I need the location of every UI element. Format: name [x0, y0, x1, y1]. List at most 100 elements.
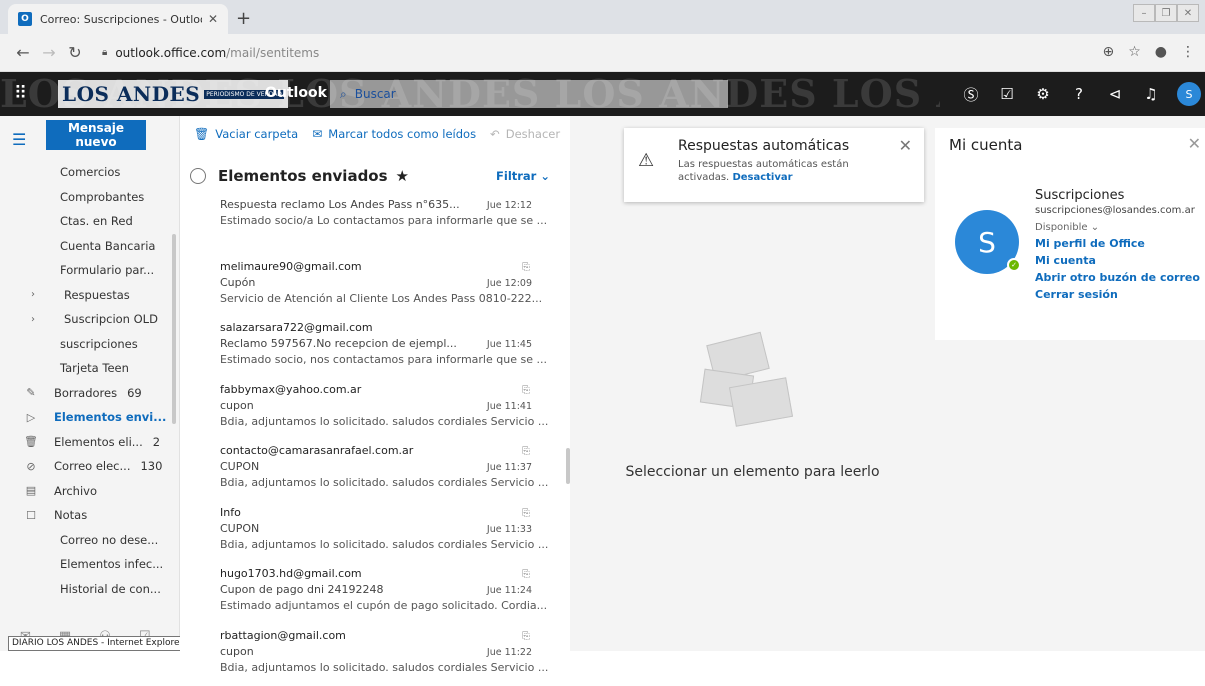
app-name[interactable]: Outlook [265, 85, 327, 101]
search-placeholder: Buscar [355, 87, 396, 101]
folder-item[interactable]: ▷Elementos envi... [0, 405, 180, 430]
chevron-right-icon[interactable]: › [22, 289, 44, 300]
bell-icon[interactable]: ♫ [1133, 85, 1169, 103]
url-host: outlook.office.com [115, 46, 226, 60]
message-row[interactable]: contacto@camarasanrafael.com.arCUPONJue … [180, 440, 560, 502]
filter-button[interactable]: Filtrar ⌄ [496, 169, 550, 183]
lock-icon: 🔒︎ [102, 47, 107, 58]
message-sender: rbattagion@gmail.com [220, 629, 540, 645]
more-icon[interactable]: ⋮ [1181, 44, 1195, 60]
warning-icon: ⚠ [638, 150, 654, 171]
url-field[interactable]: 🔒︎ outlook.office.com/mail/sentitems [102, 46, 319, 60]
hamburger-icon[interactable]: ☰ [12, 130, 26, 149]
sign-out-link[interactable]: Cerrar sesión [1035, 288, 1205, 301]
favorite-star-icon[interactable]: ★ [396, 167, 409, 185]
folder-item[interactable]: Formulario par... [0, 258, 180, 283]
command-bar: 🗑︎ Vaciar carpeta ✉ Marcar todos como le… [180, 116, 620, 152]
empty-folder-label: Vaciar carpeta [215, 127, 298, 141]
reload-icon[interactable]: ↻ [62, 43, 88, 62]
skype-icon[interactable]: Ⓢ [953, 84, 989, 105]
reading-pane: ⚠ Respuestas automáticas Las respuestas … [570, 116, 935, 651]
folder-item[interactable]: Historial de con... [0, 577, 180, 602]
close-window-icon[interactable]: ✕ [1177, 4, 1199, 22]
folder-item[interactable]: Cuenta Bancaria [0, 234, 180, 259]
undo-button[interactable]: ↶ Deshacer [490, 127, 560, 141]
help-icon[interactable]: ? [1061, 85, 1097, 103]
message-preview: Estimado socio, nos contactamos para inf… [220, 353, 550, 369]
open-other-mailbox-link[interactable]: Abrir otro buzón de correo [1035, 271, 1205, 284]
folder-list: ComerciosComprobantes Ctas. en Red Cuenta … [0, 160, 180, 601]
disable-auto-reply-link[interactable]: Desactivar [732, 172, 792, 183]
avatar[interactable]: S [1177, 82, 1201, 106]
close-tab-icon[interactable]: ✕ [208, 12, 218, 26]
megaphone-icon[interactable]: ⊲ [1097, 85, 1133, 103]
message-time: Jue 11:45 [487, 339, 532, 350]
folder-item[interactable]: ⊘Correo elec...130 [0, 454, 180, 479]
folder-label: Tarjeta Teen [60, 361, 129, 375]
message-subject: CUPON [220, 522, 460, 538]
star-icon[interactable]: ☆ [1128, 44, 1141, 60]
chevron-right-icon[interactable]: › [22, 314, 44, 325]
folder-item[interactable]: ▤Archivo [0, 479, 180, 504]
folder-label: Correo elec... [54, 459, 130, 473]
folder-item[interactable]: Elementos infec... [0, 552, 180, 577]
add-icon[interactable]: ⊕ [1102, 44, 1114, 60]
attachment-icon: ⎘ [522, 446, 530, 457]
message-preview: Servicio de Atención al Cliente Los Ande… [220, 292, 550, 308]
office-profile-link[interactable]: Mi perfil de Office [1035, 237, 1205, 250]
gear-icon[interactable]: ⚙ [1025, 85, 1061, 103]
search-input[interactable]: ⌕ Buscar [330, 80, 728, 108]
folder-item[interactable]: ☐Notas [0, 503, 180, 528]
back-icon[interactable]: ← [10, 43, 36, 62]
message-row[interactable]: rbattagion@gmail.comcuponJue 11:22Bdia, … [180, 625, 560, 686]
message-row[interactable]: fabbymax@yahoo.com.arcuponJue 11:41Bdia,… [180, 379, 560, 441]
forward-icon[interactable]: → [36, 43, 62, 62]
folder-item[interactable]: ›Respuestas [0, 283, 180, 308]
message-row[interactable]: melimaure90@gmail.comCupónJue 12:09Servi… [180, 256, 560, 318]
presence-status[interactable]: Disponible ⌄ [1035, 222, 1205, 233]
message-row[interactable]: Respuesta reclamo Los Andes Pass n°635..… [180, 194, 560, 256]
folder-item[interactable]: ✎Borradores69 [0, 381, 180, 406]
folder-scrollbar[interactable] [172, 234, 176, 424]
folder-item[interactable]: 🗑︎Elementos eli...2 [0, 430, 180, 455]
unread-count: 69 [127, 386, 142, 400]
folder-item[interactable]: Comprobantes [0, 185, 180, 210]
folder-item[interactable]: Correo no dese... [0, 528, 180, 553]
message-row[interactable]: salazarsara722@gmail.comReclamo 597567.N… [180, 317, 560, 379]
mark-all-read-button[interactable]: ✉ Marcar todos como leídos [312, 127, 476, 141]
folder-label: suscripciones [60, 337, 138, 351]
folder-item[interactable]: Tarjeta Teen [0, 356, 180, 381]
minimize-icon[interactable]: – [1133, 4, 1155, 22]
folder-item[interactable]: ›Suscripcion OLD [0, 307, 180, 332]
folder-label: Ctas. en Red [60, 214, 133, 228]
brand-name: LOS ANDES [62, 82, 200, 106]
message-row[interactable]: hugo1703.hd@gmail.comCupon de pago dni 2… [180, 563, 560, 625]
folder-item[interactable]: Ctas. en Red [0, 209, 180, 234]
todo-icon[interactable]: ☑ [989, 85, 1025, 103]
message-sender: melimaure90@gmail.com [220, 260, 540, 276]
folder-label: Formulario par... [60, 263, 154, 277]
select-all-checkbox[interactable] [190, 168, 206, 184]
message-subject: Respuesta reclamo Los Andes Pass n°635..… [220, 198, 460, 214]
message-time: Jue 11:22 [487, 647, 532, 658]
auto-reply-notice: ⚠ Respuestas automáticas Las respuestas … [624, 128, 924, 202]
message-row[interactable]: InfoCUPONJue 11:33Bdia, adjuntamos lo so… [180, 502, 560, 564]
folder-title: Elementos enviados [218, 167, 388, 185]
folder-item[interactable]: suscripciones [0, 332, 180, 357]
outlook-icon: O [18, 12, 32, 26]
attachment-icon: ⎘ [522, 631, 530, 642]
close-icon[interactable]: ✕ [899, 136, 912, 155]
empty-folder-button[interactable]: 🗑︎ Vaciar carpeta [194, 127, 298, 141]
brand-logo[interactable]: LOS ANDES PERIODISMO DE VERDAD [58, 80, 288, 108]
app-launcher-icon[interactable]: ⠿ [14, 84, 34, 104]
browser-tab[interactable]: O Correo: Suscripciones - Outlook ✕ [8, 4, 228, 34]
empty-envelopes-illustration [702, 328, 822, 438]
profile-icon[interactable]: ● [1155, 44, 1167, 60]
folder-item[interactable]: Comercios [0, 160, 180, 185]
pencil-icon: ✎ [20, 386, 42, 399]
my-account-link[interactable]: Mi cuenta [1035, 254, 1205, 267]
new-tab-icon[interactable]: + [236, 8, 251, 29]
new-mail-button[interactable]: Mensaje nuevo [46, 120, 146, 150]
close-icon[interactable]: ✕ [1188, 134, 1201, 153]
maximize-icon[interactable]: ❐ [1155, 4, 1177, 22]
